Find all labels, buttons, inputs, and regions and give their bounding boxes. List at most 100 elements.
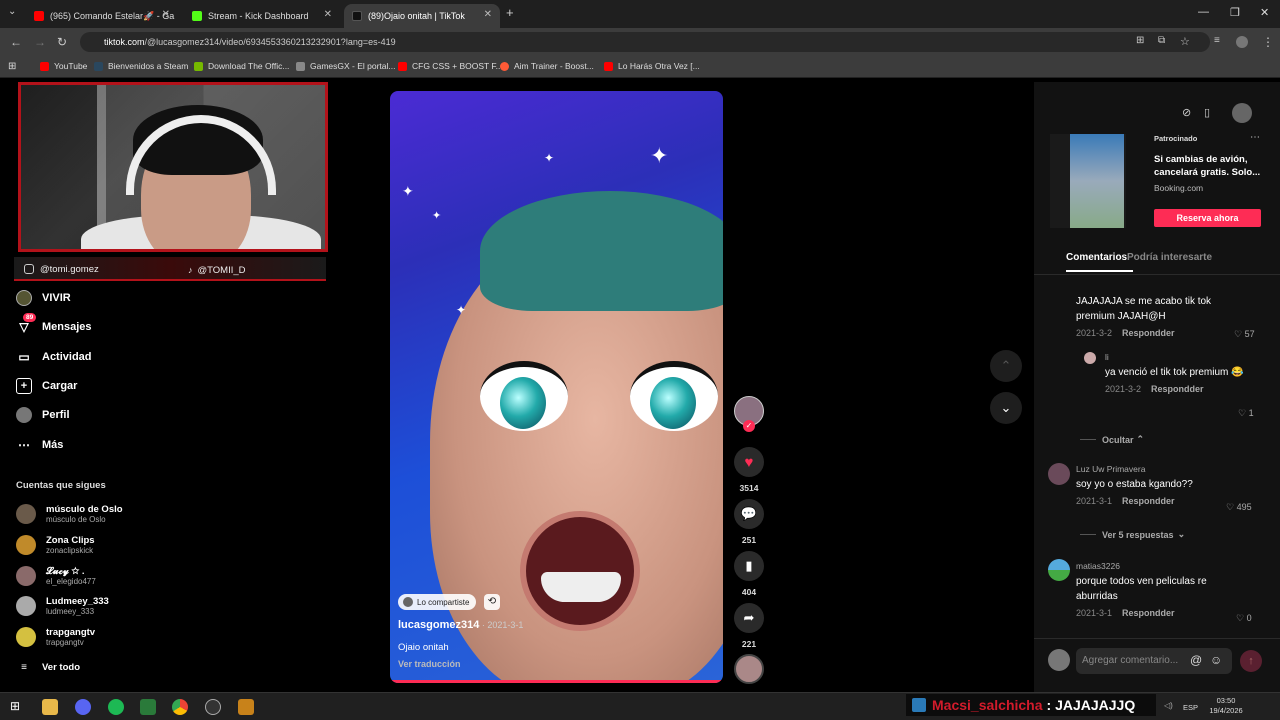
nav-activity[interactable]: ▭ Actividad <box>16 346 91 368</box>
reply-button[interactable]: Respondder <box>1122 496 1175 506</box>
view-replies-button[interactable]: Ver 5 respuestas ⌄ <box>1080 529 1185 540</box>
comment-button[interactable]: 💬 251 <box>734 499 764 545</box>
avatar[interactable] <box>1048 463 1070 485</box>
like-button[interactable]: ♥ 3514 <box>734 447 764 493</box>
nav-live[interactable]: VIVIR <box>16 287 71 309</box>
sparkle-icon: ✦ <box>402 183 414 199</box>
volume-icon[interactable]: ◁) <box>1164 701 1173 710</box>
comment-text: soy yo o estaba kgando?? <box>1076 479 1193 490</box>
tab-search-icon[interactable]: ⌄ <box>8 6 16 17</box>
ad-options-icon[interactable]: ⋯ <box>1250 132 1260 143</box>
translate-link[interactable]: Ver traducción <box>398 659 461 669</box>
reload-icon[interactable]: ↻ <box>57 35 67 49</box>
bookmark-lo-haras[interactable]: Lo Harás Otra Vez [... <box>604 61 700 71</box>
tab-suggested[interactable]: Podría interesarte <box>1127 252 1212 263</box>
nav-more[interactable]: ⋯ Más <box>16 434 63 456</box>
avatar[interactable] <box>1048 559 1070 581</box>
comment-user[interactable]: Luz Uw Primavera <box>1076 464 1226 474</box>
discover-icon[interactable]: ⊘ <box>1182 106 1191 119</box>
video-author[interactable]: lucasgomez314 <box>398 619 479 631</box>
comment-text: ya venció el tik tok premium 😂 <box>1105 367 1244 378</box>
nav-upload[interactable]: + Cargar <box>16 375 77 397</box>
following-item[interactable]: Zona Clips zonaclipskick <box>16 531 95 559</box>
hide-replies-button[interactable]: Ocultar ⌃ <box>1080 434 1144 445</box>
bookmark-nvidia[interactable]: Download The Offic... <box>194 61 289 71</box>
kick-app-icon[interactable] <box>140 699 156 715</box>
comment-user[interactable]: li <box>1105 352 1255 362</box>
obs-icon[interactable] <box>205 699 221 715</box>
apps-grid-icon[interactable]: ⊞ <box>8 61 16 72</box>
following-item[interactable]: 𝓛𝓾𝓬𝔂 ☆ . el_elegido477 <box>16 562 96 590</box>
bookmark-cfg[interactable]: CFG CSS + BOOST F... <box>398 61 503 71</box>
repost-icon[interactable]: ⟲ <box>484 594 500 610</box>
comment-like[interactable]: ♡ 57 <box>1234 329 1255 340</box>
tab-comments[interactable]: Comentarios <box>1066 252 1127 263</box>
video-mouth <box>520 511 640 631</box>
close-icon[interactable]: ✕ <box>484 9 492 20</box>
reply-button[interactable]: Respondder <box>1122 328 1175 338</box>
following-item[interactable]: trapgangtv trapgangtv <box>16 623 95 651</box>
next-video-button[interactable]: ⌄ <box>990 392 1022 424</box>
game-icon[interactable] <box>238 699 254 715</box>
see-all-link[interactable]: ≡ Ver todo <box>16 656 80 678</box>
save-button[interactable]: ▮ 404 <box>734 551 764 597</box>
translate-icon[interactable]: ⊞ <box>1136 35 1144 46</box>
shared-pill[interactable]: Lo compartiste <box>398 594 477 610</box>
device-icon[interactable]: ▯ <box>1204 106 1210 119</box>
bookmark-gamesgx[interactable]: GamesGX - El portal... <box>296 61 396 71</box>
menu-icon[interactable]: ⋮ <box>1262 35 1274 49</box>
bookmark-steam[interactable]: Bienvenidos a Steam <box>94 61 188 71</box>
video-progress-bar[interactable] <box>390 680 723 683</box>
spotify-icon[interactable] <box>108 699 124 715</box>
tab-youtube[interactable]: (965) Comando Estelar🚀 - Ga ✕ <box>26 4 178 28</box>
windows-start-icon[interactable]: ⊞ <box>10 699 26 715</box>
minimize-icon[interactable]: — <box>1198 6 1209 18</box>
post-comment-button[interactable]: ↑ <box>1240 650 1262 672</box>
follow-check-icon[interactable]: ✓ <box>743 420 755 432</box>
emoji-icon[interactable]: ☺ <box>1210 653 1222 667</box>
discord-icon[interactable] <box>75 699 91 715</box>
ad-image[interactable] <box>1070 134 1124 228</box>
nav-messages[interactable]: ▽ 89 Mensajes <box>16 313 92 338</box>
tab-tiktok[interactable]: (89)Ojaio onitah | TikTok ✕ <box>344 4 500 28</box>
url-bar[interactable]: tiktok.com/@lucasgomez314/video/69345533… <box>80 32 1210 52</box>
clock[interactable]: 03:50 19/4/2026 <box>1204 696 1248 716</box>
bookmark-youtube[interactable]: YouTube <box>40 61 87 71</box>
close-icon[interactable]: ✕ <box>162 9 170 20</box>
reply-button[interactable]: Respondder <box>1151 384 1204 394</box>
avatar[interactable] <box>1084 352 1096 364</box>
new-tab-button[interactable]: + <box>506 5 514 20</box>
bookmark-aim-trainer[interactable]: Aim Trainer - Boost... <box>500 61 594 71</box>
comment-like[interactable]: ♡ 495 <box>1226 502 1252 513</box>
back-icon[interactable]: ← <box>10 35 22 49</box>
close-icon[interactable]: ✕ <box>324 9 332 20</box>
avatar <box>16 566 36 586</box>
reply-button[interactable]: Respondder <box>1122 608 1175 618</box>
maximize-icon[interactable]: ❐ <box>1230 6 1240 19</box>
following-item[interactable]: músculo de Oslo músculo de Oslo <box>16 500 123 528</box>
previous-video-button[interactable]: ⌃ <box>990 350 1022 382</box>
profile-avatar-icon[interactable] <box>1236 36 1248 48</box>
sound-disc-button[interactable] <box>734 654 764 684</box>
install-icon[interactable]: ⧉ <box>1158 35 1165 46</box>
ad-cta-button[interactable]: Reserva ahora <box>1154 209 1261 227</box>
comment-user[interactable]: matias3226 <box>1076 561 1226 571</box>
instagram-handle: @tomi.gomez <box>24 260 99 278</box>
share-button[interactable]: ➦ 221 <box>734 603 764 649</box>
following-item[interactable]: Ludmeey_333 ludmeey_333 <box>16 592 109 620</box>
user-avatar-icon[interactable] <box>1232 103 1252 123</box>
media-icon[interactable]: ≡ <box>1214 35 1220 46</box>
forward-icon[interactable]: → <box>34 35 46 49</box>
chrome-icon[interactable] <box>172 699 188 715</box>
comment-like[interactable]: ♡ 0 <box>1236 613 1252 624</box>
file-explorer-icon[interactable] <box>42 699 58 715</box>
bookmark-star-icon[interactable]: ☆ <box>1180 35 1190 48</box>
comment-like[interactable]: ♡ 1 <box>1238 408 1254 419</box>
tab-kick[interactable]: Stream - Kick Dashboard ✕ <box>184 4 340 28</box>
close-window-icon[interactable]: ✕ <box>1260 6 1269 19</box>
author-avatar-button[interactable]: ✓ <box>734 396 764 432</box>
nav-profile[interactable]: Perfil <box>16 404 70 426</box>
language-indicator[interactable]: ESP <box>1183 703 1198 712</box>
comment-input[interactable]: Agregar comentario... @ ☺ <box>1076 648 1232 674</box>
mention-icon[interactable]: @ <box>1190 653 1202 667</box>
